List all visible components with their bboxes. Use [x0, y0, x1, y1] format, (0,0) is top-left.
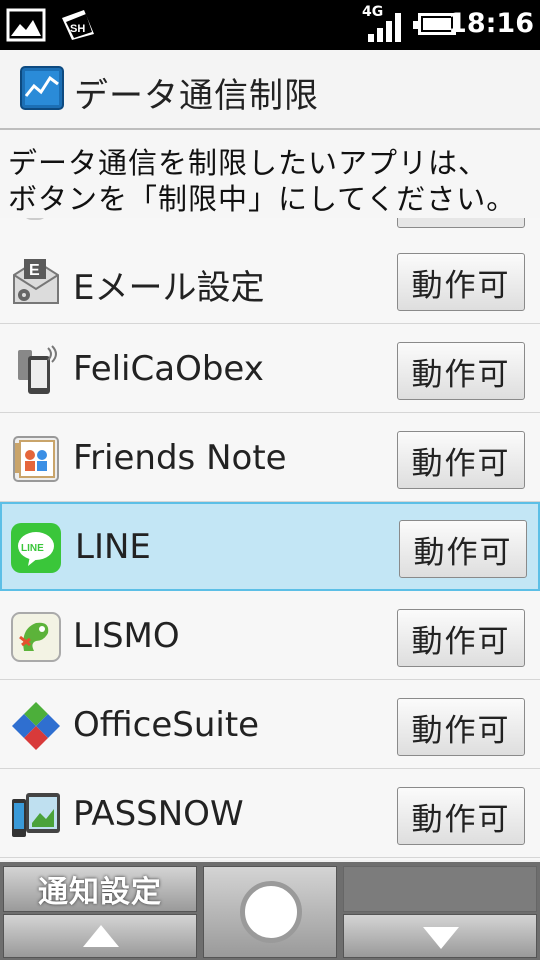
sh-notification-icon: SH [62, 10, 94, 40]
app-row-lismo[interactable]: LISMO 動作可 [0, 591, 540, 680]
soft-key-bar: 通知設定 [0, 862, 540, 960]
scroll-up-button[interactable] [3, 914, 197, 958]
restrict-toggle-button[interactable]: 動作可 [399, 520, 527, 578]
friends-note-icon [13, 436, 59, 482]
line-icon: LINE [11, 523, 61, 573]
app-row-friends-note[interactable]: Friends Note 動作可 [0, 413, 540, 502]
passnow-icon [12, 793, 60, 837]
restrict-toggle-button[interactable]: 動作可 [397, 698, 525, 756]
app-name: Friends Note [73, 438, 287, 478]
restrict-toggle-button[interactable]: 動作可 [397, 609, 525, 667]
right-top-softkey[interactable] [343, 866, 537, 912]
svg-text:SH: SH [70, 23, 85, 35]
arrow-down-icon [423, 927, 459, 949]
app-row-officesuite[interactable]: OfficeSuite 動作可 [0, 680, 540, 769]
page-title: データ通信制限 [74, 76, 319, 116]
svg-text:E: E [29, 262, 40, 279]
app-name: Eメール設定 [73, 268, 265, 308]
clock: 18:16 [448, 8, 534, 39]
previous-item-icon-partial [22, 218, 48, 220]
restrict-toggle-button[interactable]: 動作可 [397, 431, 525, 489]
app-list[interactable]: E Eメール設定 動作可 FeliCaObex 動作可 Friends Note… [0, 218, 540, 860]
app-name: PASSNOW [73, 794, 244, 834]
center-select-button[interactable] [203, 866, 337, 958]
status-bar: SH 4G 18:16 [0, 0, 540, 50]
arrow-up-icon [83, 925, 119, 947]
instruction-line-2: ボタンを「制限中」にしてください。 [8, 182, 517, 216]
previous-item-button-partial[interactable] [397, 218, 525, 228]
lismo-icon [11, 612, 61, 662]
select-circle-icon [240, 881, 302, 943]
signal-icon [368, 13, 401, 42]
image-notification-icon [6, 8, 46, 42]
app-name: FeliCaObex [73, 349, 264, 389]
app-name: LISMO [73, 616, 180, 656]
app-row-passnow[interactable]: PASSNOW 動作可 [0, 769, 540, 858]
email-settings-icon: E [13, 259, 59, 304]
felica-icon [18, 345, 57, 394]
restrict-toggle-button[interactable]: 動作可 [397, 787, 525, 845]
notification-settings-button[interactable]: 通知設定 [3, 866, 197, 912]
app-row-email-settings[interactable]: E Eメール設定 動作可 [0, 235, 540, 324]
scroll-down-button[interactable] [343, 914, 537, 958]
app-name: LINE [75, 527, 151, 567]
app-row-line[interactable]: LINE LINE 動作可 [0, 502, 540, 591]
instruction-text: データ通信を制限したいアプリは、 ボタンを「制限中」にしてください。 [0, 130, 540, 220]
restrict-toggle-button[interactable]: 動作可 [397, 342, 525, 400]
data-chart-icon [20, 66, 64, 110]
svg-text:LINE: LINE [21, 543, 44, 554]
app-row-felicaobex[interactable]: FeliCaObex 動作可 [0, 324, 540, 413]
app-name: OfficeSuite [73, 705, 260, 745]
officesuite-icon [12, 702, 60, 750]
restrict-toggle-button[interactable]: 動作可 [397, 253, 525, 311]
title-bar: データ通信制限 [0, 50, 540, 130]
